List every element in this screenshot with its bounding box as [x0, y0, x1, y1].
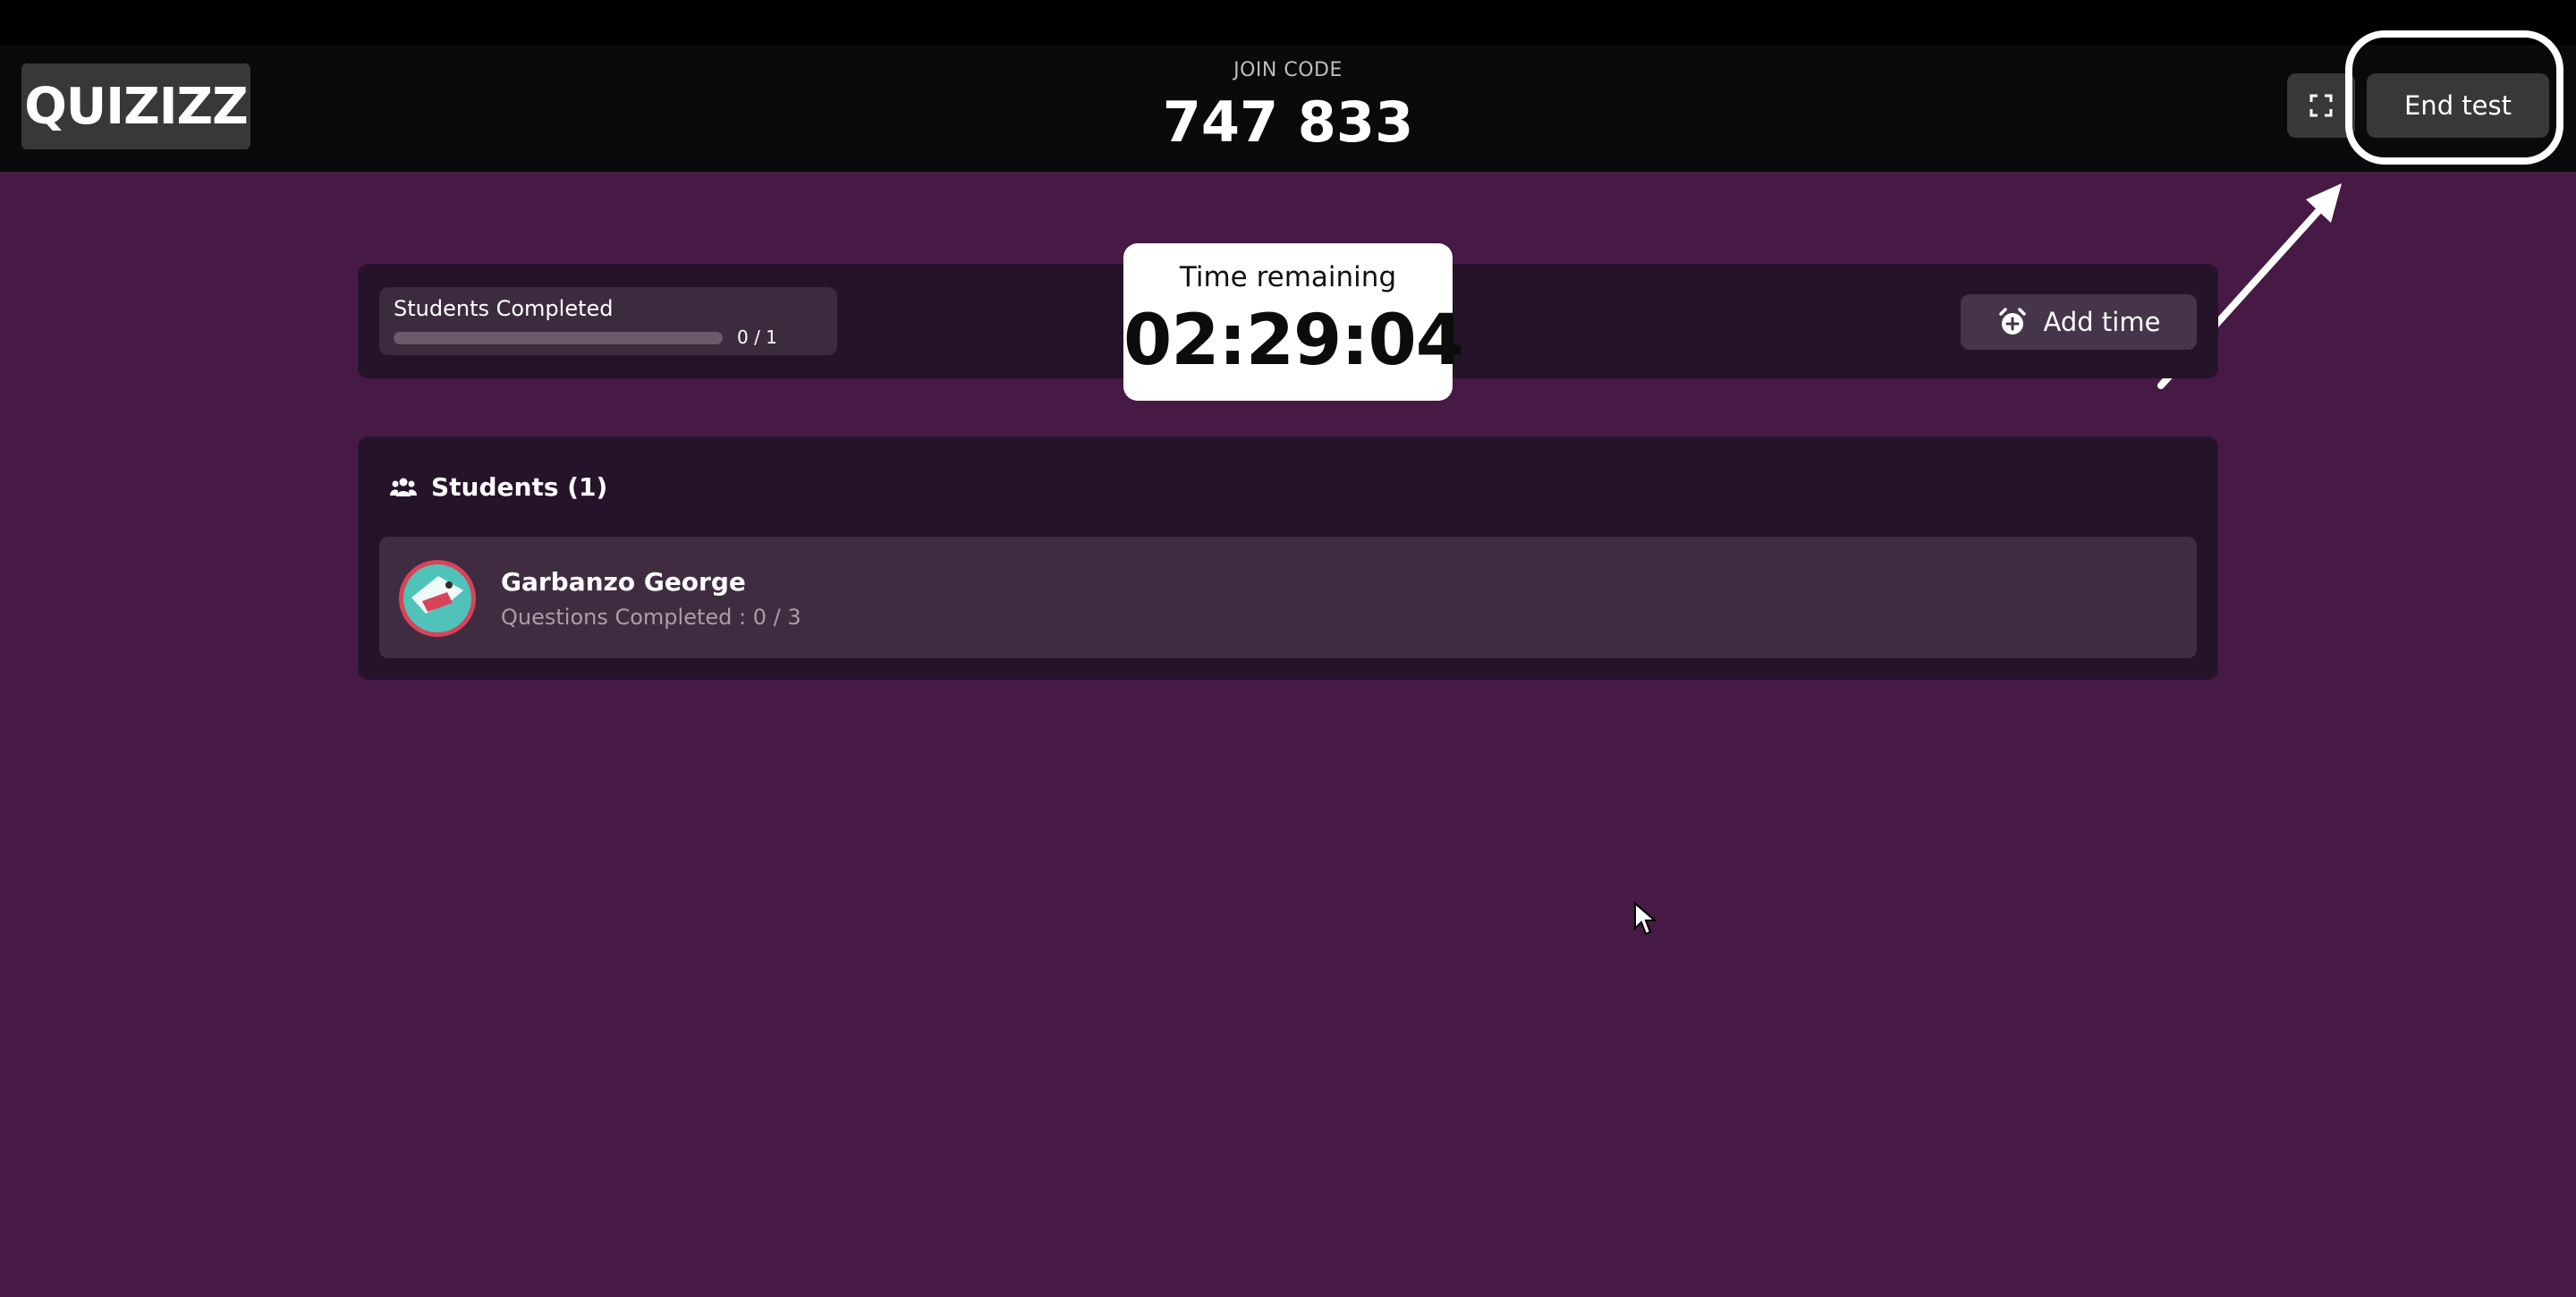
- quizizz-logo[interactable]: QUIZIZZ: [21, 64, 250, 149]
- fullscreen-icon: [2309, 94, 2333, 117]
- add-time-label: Add time: [2043, 307, 2161, 337]
- students-completed-label: Students Completed: [394, 296, 614, 321]
- students-completed-progress-bar: [394, 332, 723, 344]
- mouse-cursor-icon: [1634, 902, 1657, 936]
- student-name: Garbanzo George: [501, 567, 746, 597]
- student-avatar: [399, 560, 476, 637]
- students-panel: Students (1) Garbanzo George Questions C…: [358, 437, 2218, 680]
- join-code-label: JOIN CODE: [1233, 59, 1343, 81]
- users-icon: [390, 478, 417, 496]
- students-heading-text: Students (1): [431, 472, 608, 502]
- end-test-button[interactable]: End test: [2367, 73, 2549, 138]
- student-row[interactable]: Garbanzo George Questions Completed : 0 …: [379, 537, 2197, 658]
- join-code-value: 747 833: [1162, 89, 1414, 155]
- time-remaining-label: Time remaining: [1179, 261, 1397, 293]
- students-completed-box: Students Completed 0 / 1: [379, 287, 837, 355]
- students-heading: Students (1): [390, 472, 607, 502]
- add-time-button[interactable]: Add time: [1961, 294, 2197, 350]
- top-strip: [0, 0, 2576, 45]
- time-remaining-value: 02:29:04: [1123, 301, 1464, 381]
- header-bar: QUIZIZZ JOIN CODE 747 833 End test: [0, 30, 2576, 172]
- students-completed-count: 0 / 1: [737, 326, 777, 348]
- student-questions-completed: Questions Completed : 0 / 3: [501, 605, 801, 630]
- time-remaining-card: Time remaining 02:29:04: [1123, 243, 1464, 401]
- alarm-plus-icon: [1998, 308, 2026, 335]
